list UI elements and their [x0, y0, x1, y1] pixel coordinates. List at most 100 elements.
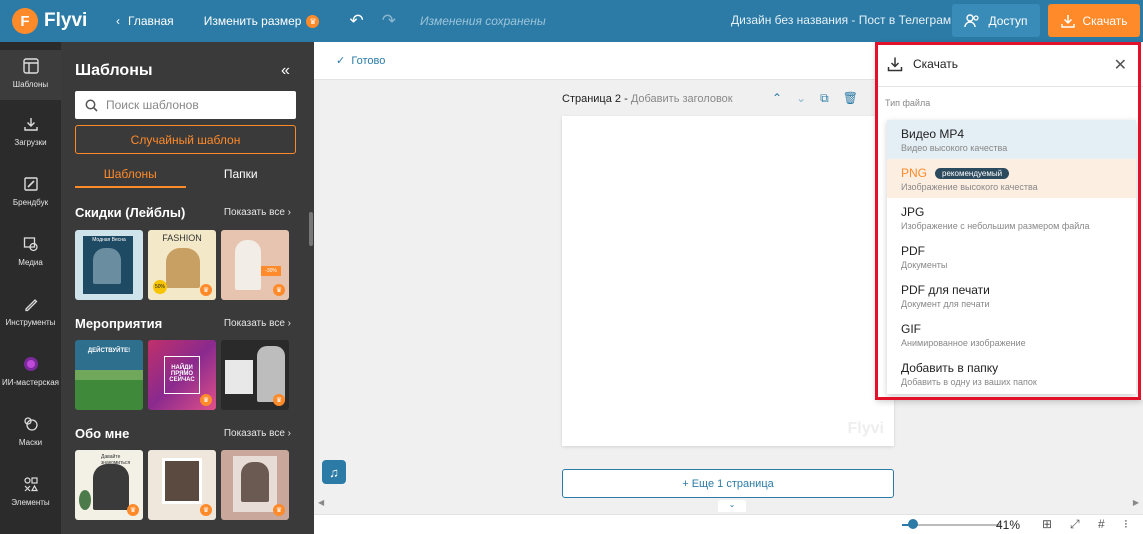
option-description: Документ для печати: [901, 299, 990, 309]
crown-icon: ♛: [273, 394, 285, 406]
upload-icon: [21, 114, 41, 134]
media-icon: [21, 234, 41, 254]
rail-label: Маски: [18, 438, 43, 447]
zoom-value: 41%: [996, 518, 1021, 532]
download-button[interactable]: Скачать: [1048, 4, 1140, 37]
grid-view-icon[interactable]: ⊞: [1042, 517, 1052, 531]
rail-label: Брендбук: [12, 198, 49, 207]
download-panel-title: Скачать: [913, 57, 958, 71]
page-tools: ⌃ ⌄ ⧉ 🗑: [772, 91, 872, 106]
crown-icon: ♛: [306, 14, 320, 28]
option-pdf[interactable]: PDF Документы: [887, 237, 1136, 276]
option-name: PDF: [901, 244, 925, 258]
option-name: GIF: [901, 322, 921, 336]
template-thumbnail[interactable]: ♛: [148, 450, 216, 520]
rail-item-masks[interactable]: Маски: [0, 414, 61, 447]
add-title-link[interactable]: Добавить заголовок: [631, 93, 733, 105]
option-description: Видео высокого качества: [901, 143, 1008, 153]
rail-item-tools[interactable]: Инструменты: [0, 294, 61, 327]
resize-button[interactable]: Изменить размер ♛: [204, 14, 320, 28]
more-icon[interactable]: ⁝: [1124, 517, 1128, 531]
icon-rail: Шаблоны Загрузки Брендбук Медиа Инструме…: [0, 42, 61, 534]
template-thumbnail[interactable]: ДЕЙСТВУЙТЕ!: [75, 340, 143, 410]
option-description: Изображение высокого качества: [901, 182, 1038, 192]
rail-item-elements[interactable]: Элементы: [0, 474, 61, 507]
option-pdf-print[interactable]: PDF для печати Документ для печати: [887, 276, 1136, 315]
option-gif[interactable]: GIF Анимированное изображение: [887, 315, 1136, 354]
design-title[interactable]: Дизайн без названия - Пост в Телеграм ..…: [731, 13, 964, 27]
download-label: Скачать: [1082, 13, 1128, 28]
option-description: Изображение с небольшим размером файла: [901, 221, 1090, 231]
crown-icon: ♛: [273, 504, 285, 516]
chevron-down-icon[interactable]: ⌄: [718, 500, 746, 512]
rail-label: ИИ-мастерская: [1, 378, 60, 387]
template-search[interactable]: [75, 91, 296, 119]
option-mp4[interactable]: Видео MP4 Видео высокого качества: [887, 120, 1136, 159]
template-thumbnail[interactable]: -30% ♛: [221, 230, 289, 300]
scroll-right-icon[interactable]: ▶: [1133, 498, 1139, 507]
chevron-down-icon[interactable]: ⌄: [796, 91, 806, 106]
template-thumbnail[interactable]: ♛: [221, 340, 289, 410]
template-thumbnail[interactable]: Давайте знакомиться ♛: [75, 450, 143, 520]
rail-item-uploads[interactable]: Загрузки: [0, 114, 61, 147]
option-jpg[interactable]: JPG Изображение с небольшим размером фай…: [887, 198, 1136, 237]
crown-icon: ♛: [200, 394, 212, 406]
undo-icon[interactable]: ↶: [349, 11, 363, 31]
download-panel-header: Скачать ✕: [877, 42, 1143, 87]
bottom-bar: 41% ⊞ ⤢ # ⁝: [314, 514, 1143, 534]
template-thumbnail[interactable]: Модная Весна: [75, 230, 143, 300]
grid-lines-icon[interactable]: #: [1098, 517, 1105, 531]
rail-item-ai-workshop[interactable]: ИИ-мастерская: [0, 354, 61, 387]
logo-mark: F: [12, 8, 38, 34]
section-title: Скидки (Лейблы): [75, 205, 186, 220]
add-page-button[interactable]: + Еще 1 страница: [562, 469, 894, 498]
chevron-up-icon[interactable]: ⌃: [772, 91, 782, 106]
music-icon[interactable]: ♫: [322, 460, 346, 484]
watermark: Flyvi: [847, 420, 884, 437]
option-description: Добавить в одну из ваших папок: [901, 377, 1037, 387]
rail-item-brandbook[interactable]: Брендбук: [0, 174, 61, 207]
access-label: Доступ: [988, 13, 1028, 28]
panel-title: Шаблоны: [75, 62, 153, 79]
users-icon: [964, 13, 980, 27]
rail-item-templates[interactable]: Шаблоны: [0, 50, 61, 100]
section-about-me: Обо мне Показать все ›: [75, 426, 291, 441]
show-all-link[interactable]: Показать все ›: [224, 318, 291, 329]
download-icon: [887, 57, 903, 72]
template-thumbnail[interactable]: FASHION 50% ♛: [148, 230, 216, 300]
scroll-left-icon[interactable]: ◀: [318, 498, 324, 507]
tools-icon: [21, 294, 41, 314]
close-icon[interactable]: ✕: [1114, 55, 1127, 75]
tab-folders[interactable]: Папки: [186, 162, 297, 188]
option-png[interactable]: PNG рекомендуемый Изображение высокого ка…: [887, 159, 1136, 198]
home-label: Главная: [128, 14, 174, 28]
show-all-link[interactable]: Показать все ›: [224, 207, 291, 218]
tab-templates[interactable]: Шаблоны: [75, 162, 186, 188]
random-template-button[interactable]: Случайный шаблон: [75, 125, 296, 154]
download-icon: [1060, 14, 1075, 28]
option-add-to-folder[interactable]: Добавить в папку Добавить в одну из ваши…: [887, 354, 1136, 393]
trash-icon[interactable]: 🗑: [843, 91, 858, 106]
design-page[interactable]: Flyvi: [562, 116, 894, 446]
duplicate-icon[interactable]: ⧉: [820, 91, 829, 106]
home-link[interactable]: ‹ Главная: [116, 14, 174, 28]
redo-icon[interactable]: ↷: [382, 11, 396, 31]
access-button[interactable]: Доступ: [952, 4, 1040, 37]
panel-scrollbar[interactable]: [309, 212, 313, 246]
option-description: Анимированное изображение: [901, 338, 1026, 348]
template-thumbnail[interactable]: ♛: [221, 450, 289, 520]
rail-label: Шаблоны: [12, 80, 49, 89]
collapse-panel-icon[interactable]: «: [281, 62, 290, 80]
template-thumbnail[interactable]: НАЙДИ ПРЯМО СЕЙЧАС ♛: [148, 340, 216, 410]
ai-workshop-icon: [21, 354, 41, 374]
fullscreen-icon[interactable]: ⤢: [1070, 517, 1080, 532]
zoom-handle[interactable]: [908, 519, 918, 529]
download-panel: Скачать ✕ Тип файла Видео MP4 Видео высо…: [877, 42, 1143, 400]
rail-item-media[interactable]: Медиа: [0, 234, 61, 267]
show-all-link[interactable]: Показать все ›: [224, 428, 291, 439]
crown-icon: ♛: [200, 284, 212, 296]
done-button[interactable]: ✓ Готово: [336, 54, 385, 67]
search-input[interactable]: [106, 98, 286, 112]
logo[interactable]: F Flyvi: [12, 8, 102, 34]
file-type-label: Тип файла: [885, 98, 931, 108]
